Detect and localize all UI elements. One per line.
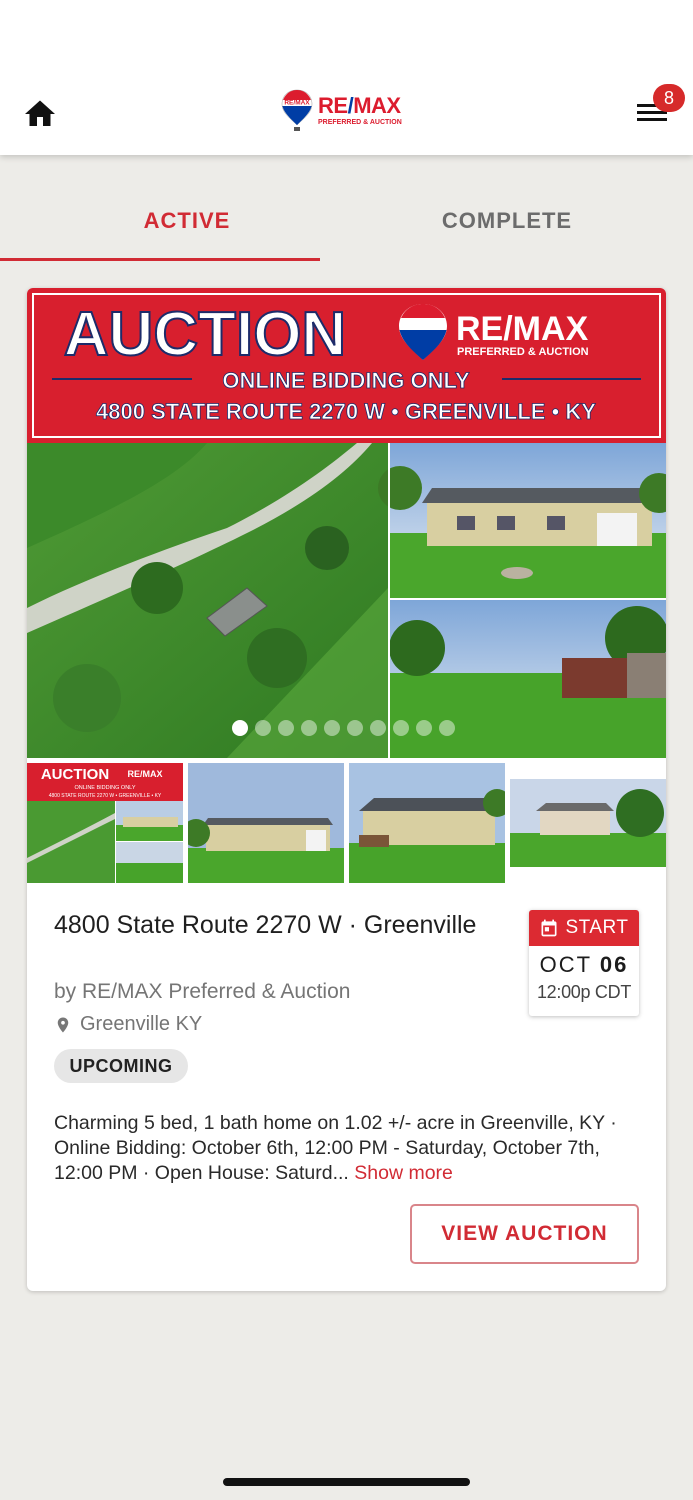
date-label: START [565, 917, 629, 938]
banner-headline: AUCTION [64, 300, 346, 369]
app-header: RE/MAX RE/MAX PREFERRED & AUCTION 8 [0, 0, 693, 155]
brand-logo[interactable]: RE/MAX RE/MAX PREFERRED & AUCTION [280, 86, 414, 134]
banner-brand-sub: PREFERRED & AUCTION [457, 346, 589, 358]
show-more-link[interactable]: Show more [354, 1162, 453, 1184]
auction-card: AUCTION RE/MAX PREFERRED & AUCTION ONLIN… [27, 288, 666, 1291]
tab-active[interactable]: ACTIVE [27, 180, 347, 262]
carousel-dot[interactable] [347, 720, 363, 736]
thumbnail-1[interactable]: AUCTION RE/MAX ONLINE BIDDING ONLY 4800 … [27, 763, 183, 883]
banner-brand: RE/MAX [456, 310, 589, 348]
house-front-photo [378, 443, 666, 598]
description-text: Charming 5 bed, 1 bath home on 1.02 +/- … [54, 1112, 617, 1184]
thumbnail-2[interactable] [188, 763, 344, 883]
home-icon [25, 100, 55, 126]
status-badge: UPCOMING [54, 1049, 188, 1083]
carousel-dot[interactable] [370, 720, 386, 736]
thumb-line2: 4800 STATE ROUTE 2270 W • GREENVILLE • K… [49, 793, 162, 799]
thumb-line1: ONLINE BIDDING ONLY [74, 785, 135, 791]
thumbnail-3[interactable] [349, 763, 505, 883]
listing-description: Charming 5 bed, 1 bath home on 1.02 +/- … [54, 1111, 644, 1186]
thumbnail-strip: AUCTION RE/MAX ONLINE BIDDING ONLY 4800 … [27, 763, 666, 883]
date-month: OCT [539, 952, 592, 977]
view-auction-button[interactable]: VIEW AUCTION [410, 1204, 639, 1264]
date-header: START [529, 910, 639, 946]
hero-image: AUCTION RE/MAX PREFERRED & AUCTION ONLIN… [27, 288, 666, 758]
carousel-dot[interactable] [324, 720, 340, 736]
carousel-dot[interactable] [416, 720, 432, 736]
listing-title[interactable]: 4800 State Route 2270 W · Greenville [54, 908, 514, 942]
date-day-row: OCT 06 [529, 952, 639, 978]
balloon-text: RE/MAX [284, 100, 310, 107]
auction-tabs: ACTIVE COMPLETE [27, 180, 666, 262]
date-time: 12:00p CDT [536, 982, 632, 1002]
remax-balloon-icon: RE/MAX [281, 89, 313, 131]
thumbnail-4[interactable] [510, 763, 666, 883]
location-text: Greenville KY [80, 1013, 203, 1035]
carousel-dot[interactable] [255, 720, 271, 736]
thumb-headline: AUCTION [41, 766, 109, 783]
location-pin-icon [57, 1017, 69, 1032]
carousel-dot[interactable] [278, 720, 294, 736]
home-button[interactable] [22, 96, 58, 132]
location-row: Greenville KY [54, 1013, 202, 1036]
start-date-box: START OCT 06 12:00p CDT [529, 910, 639, 1016]
brand-name: RE/MAX [318, 92, 401, 118]
banner-line2: 4800 STATE ROUTE 2270 W • GREENVILLE • K… [96, 399, 596, 424]
aerial-photo [27, 443, 388, 758]
carousel-dot[interactable] [393, 720, 409, 736]
tab-indicator [0, 258, 320, 261]
date-day: 06 [599, 952, 629, 977]
tab-complete[interactable]: COMPLETE [347, 180, 667, 262]
carousel-dot[interactable] [301, 720, 317, 736]
brand-subtitle: PREFERRED & AUCTION [318, 118, 402, 126]
carousel-dot[interactable] [439, 720, 455, 736]
calendar-icon [541, 919, 557, 937]
thumb-brand: RE/MAX [127, 769, 162, 779]
carousel-dots [232, 720, 455, 736]
hero-carousel[interactable]: AUCTION RE/MAX PREFERRED & AUCTION ONLIN… [27, 288, 666, 758]
notification-badge: 8 [653, 84, 685, 112]
home-indicator[interactable] [223, 1478, 470, 1486]
listing-byline: by RE/MAX Preferred & Auction [54, 980, 351, 1003]
banner-line1: ONLINE BIDDING ONLY [222, 368, 470, 393]
carousel-dot[interactable] [232, 720, 248, 736]
